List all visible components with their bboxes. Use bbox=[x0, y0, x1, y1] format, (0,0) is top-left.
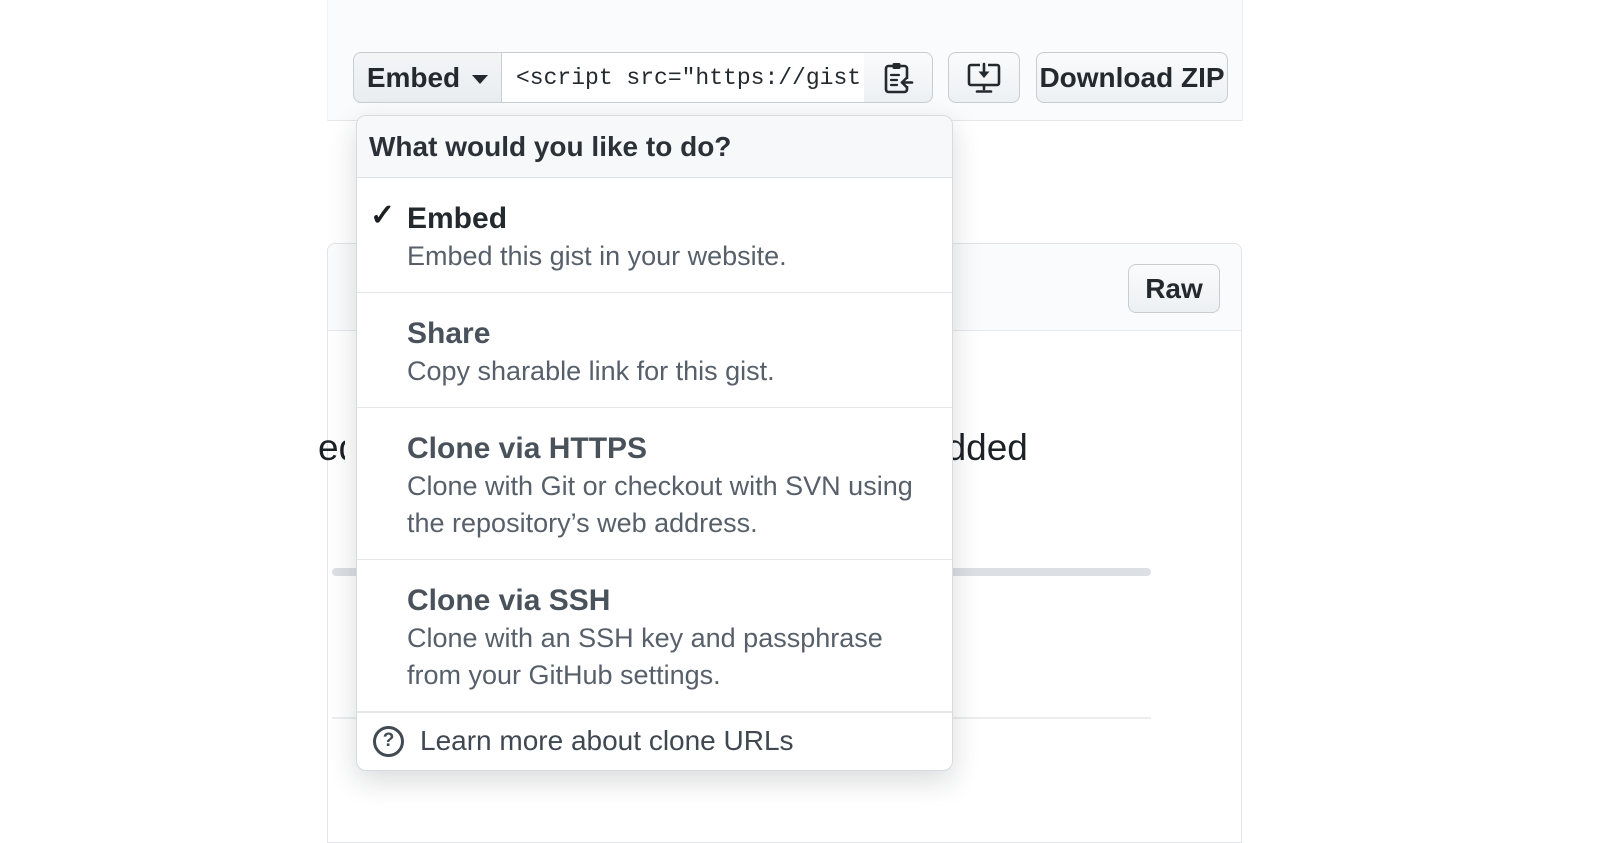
question-icon: ? bbox=[373, 726, 404, 757]
menu-item-share[interactable]: Share Copy sharable link for this gist. bbox=[357, 293, 952, 408]
menu-item-title: Clone via SSH bbox=[407, 582, 944, 620]
embed-url-input[interactable] bbox=[501, 52, 865, 103]
raw-button[interactable]: Raw bbox=[1128, 264, 1220, 313]
menu-item-title: Embed bbox=[407, 200, 944, 238]
learn-more-label: Learn more about clone URLs bbox=[420, 725, 794, 757]
learn-more-clone-urls-link[interactable]: ? Learn more about clone URLs bbox=[357, 712, 952, 770]
menu-item-description: Embed this gist in your website. bbox=[407, 238, 944, 275]
menu-item-description: Copy sharable link for this gist. bbox=[407, 353, 944, 390]
clipboard-copy-icon bbox=[882, 61, 914, 95]
desktop-download-icon bbox=[966, 62, 1002, 94]
clipped-text-fragment-left: ed bbox=[318, 426, 345, 470]
embed-options-menu: What would you like to do? ✓ Embed Embed… bbox=[356, 115, 953, 771]
menu-item-clone-ssh[interactable]: Clone via SSH Clone with an SSH key and … bbox=[357, 560, 952, 712]
menu-item-embed[interactable]: ✓ Embed Embed this gist in your website. bbox=[357, 178, 952, 293]
raw-button-label: Raw bbox=[1145, 273, 1203, 305]
menu-item-clone-https[interactable]: Clone via HTTPS Clone with Git or checko… bbox=[357, 408, 952, 560]
download-gist-button[interactable] bbox=[948, 52, 1020, 103]
copy-to-clipboard-button[interactable] bbox=[864, 52, 933, 103]
menu-header: What would you like to do? bbox=[357, 116, 952, 178]
embed-dropdown-button[interactable]: Embed bbox=[353, 52, 502, 103]
menu-item-title: Share bbox=[407, 315, 944, 353]
menu-item-description: Clone with an SSH key and passphrase fro… bbox=[407, 620, 944, 694]
menu-item-title: Clone via HTTPS bbox=[407, 430, 944, 468]
check-icon: ✓ bbox=[370, 198, 395, 233]
download-zip-button[interactable]: Download ZIP bbox=[1036, 52, 1228, 103]
caret-down-icon bbox=[472, 75, 488, 84]
download-zip-label: Download ZIP bbox=[1039, 62, 1224, 94]
embed-dropdown-button-label: Embed bbox=[367, 62, 460, 94]
menu-item-description: Clone with Git or checkout with SVN usin… bbox=[407, 468, 944, 542]
